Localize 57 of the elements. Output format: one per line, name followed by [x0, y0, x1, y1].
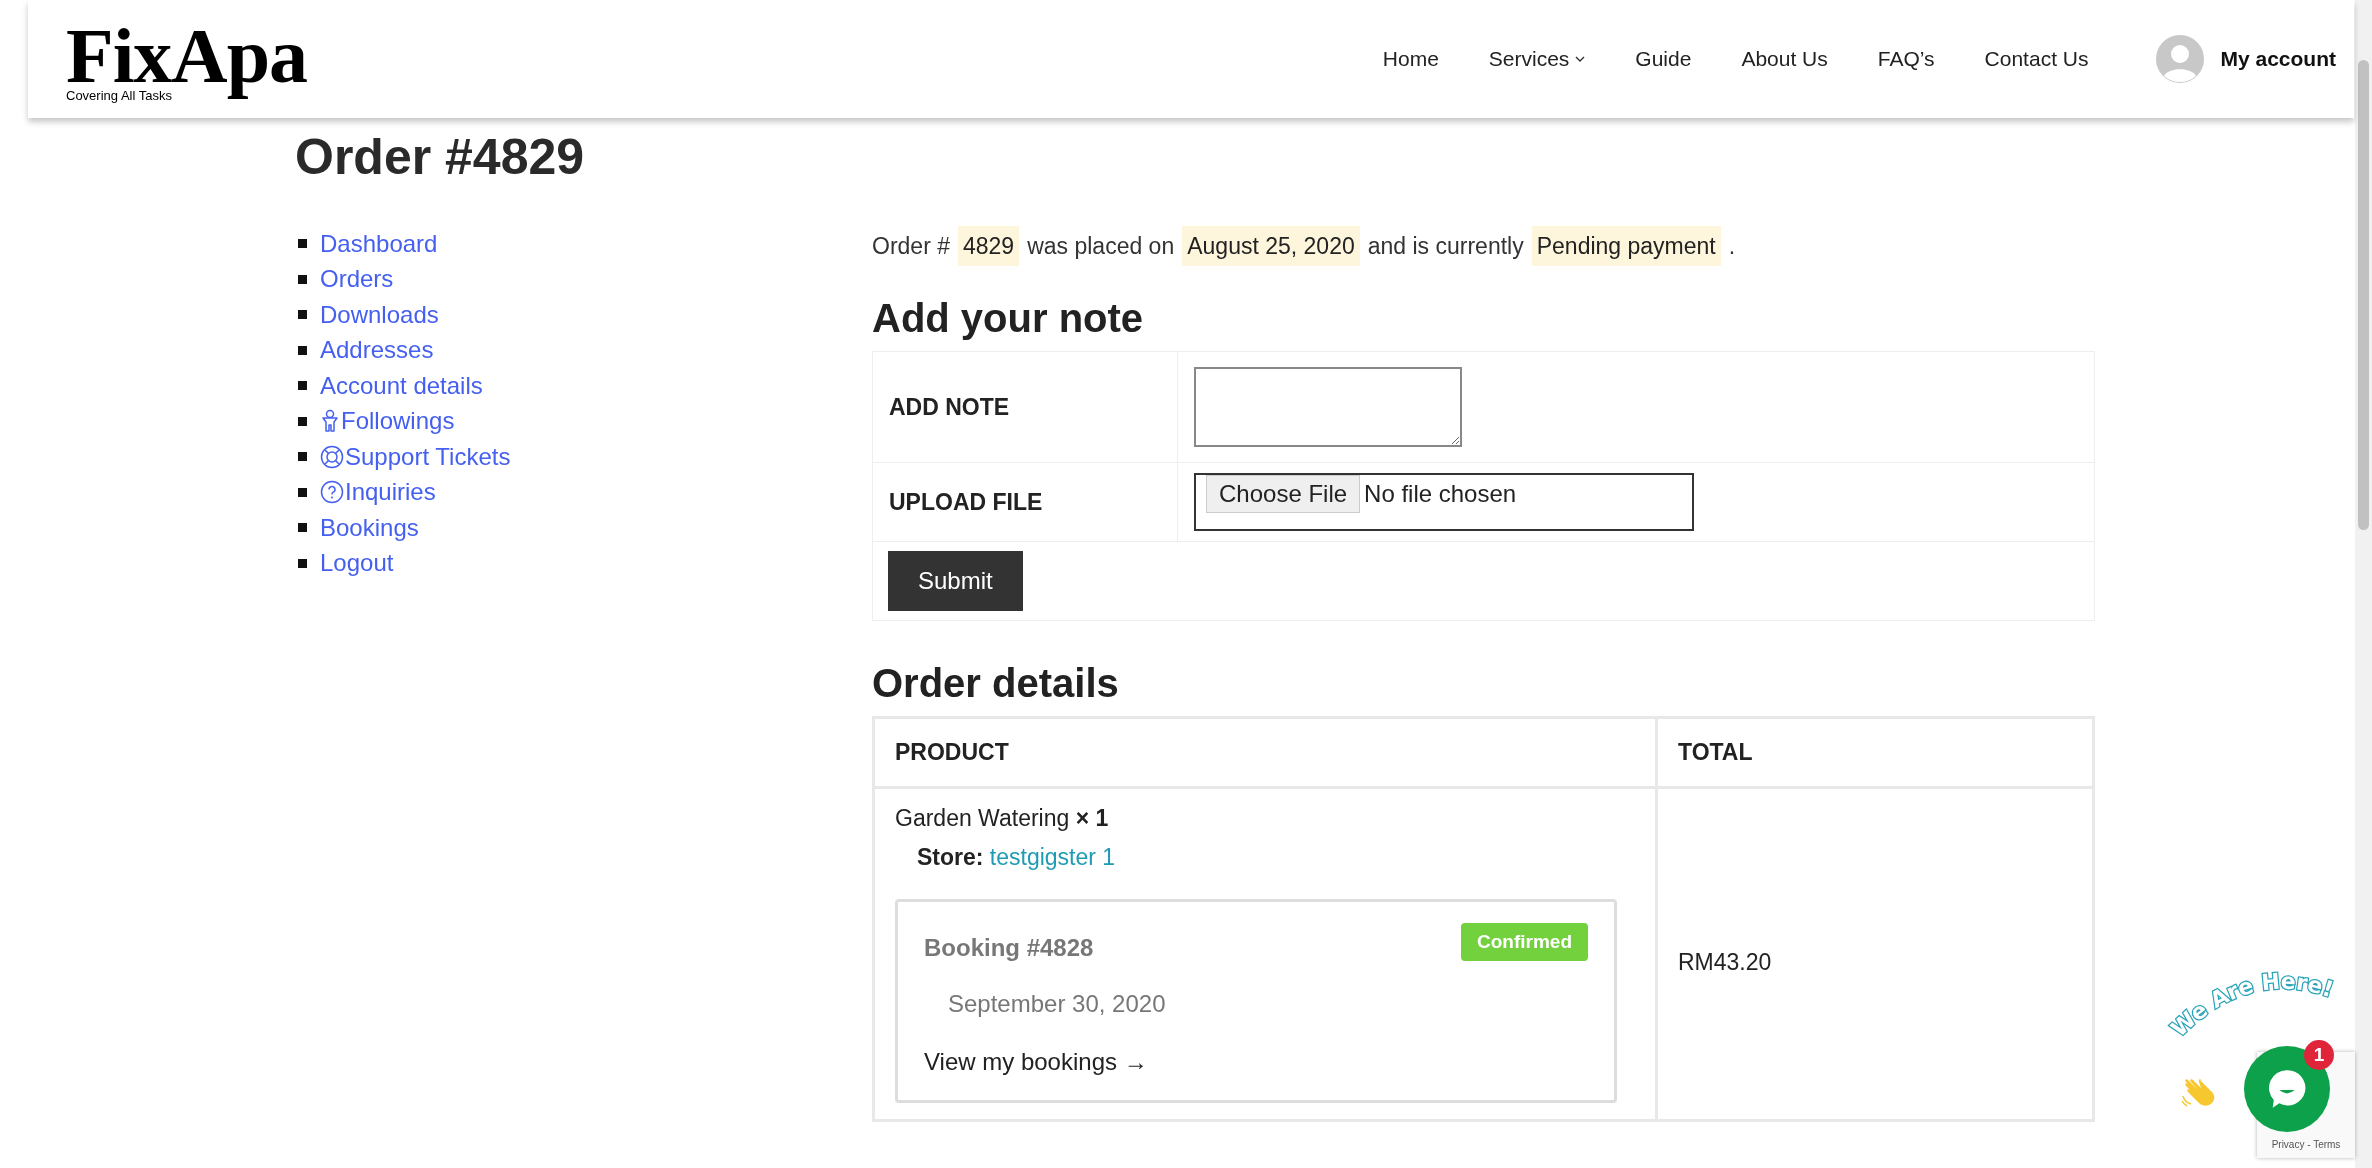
file-input[interactable]: Choose File No file chosen — [1194, 473, 1694, 531]
field-label: ADD NOTE — [872, 351, 1178, 463]
view-bookings-link[interactable]: View my bookings → — [924, 1048, 1588, 1076]
section-heading: Add your note — [872, 296, 1145, 341]
list-bullet — [298, 452, 307, 462]
sidebar-link[interactable]: Inquiries — [320, 478, 436, 507]
order-summary: Order # 4829 was placed on August 25, 2020 and is currently Pending payment . — [872, 226, 2095, 266]
product-name: Garden Watering — [895, 805, 1070, 831]
product-quantity: × 1 — [1075, 805, 1109, 831]
account-link[interactable]: My account — [2156, 35, 2336, 83]
sidebar-link[interactable]: Support Tickets — [320, 442, 511, 471]
sidebar-link[interactable]: Bookings — [320, 513, 419, 542]
unread-badge: 1 — [2304, 1040, 2334, 1070]
section-heading: Order details — [872, 661, 1120, 706]
booking-date: September 30, 2020 — [948, 990, 1167, 1018]
list-bullet — [298, 239, 307, 249]
scrollbar[interactable] — [2355, 0, 2372, 1168]
sidebar-link[interactable]: Logout — [320, 549, 394, 578]
column-header: PRODUCT — [873, 717, 1657, 788]
nav-link[interactable]: Contact Us — [1984, 47, 2089, 71]
store-label: Store: — [917, 844, 984, 870]
sidebar-link[interactable]: Followings — [320, 407, 455, 436]
sidebar-link[interactable]: Account details — [320, 371, 483, 400]
avatar-icon — [2156, 35, 2205, 83]
sidebar-link[interactable]: Downloads — [320, 300, 439, 329]
list-bullet — [298, 345, 307, 355]
list-bullet — [298, 558, 307, 568]
nav-link[interactable]: About Us — [1741, 47, 1828, 71]
lifebuoy-icon — [320, 444, 344, 469]
sidebar-link[interactable]: Addresses — [320, 336, 434, 365]
list-bullet — [298, 274, 307, 284]
note-field[interactable] — [1194, 367, 1462, 447]
list-bullet — [298, 487, 307, 497]
list-bullet — [298, 523, 307, 533]
total-cell: RM43.20 — [1656, 787, 2094, 1121]
caret-icon — [1575, 56, 1586, 62]
choose-file-button[interactable]: Choose File — [1206, 475, 1361, 513]
nav-link[interactable]: Services — [1488, 47, 1586, 71]
sidebar-link[interactable]: Dashboard — [320, 229, 438, 258]
nav-link[interactable]: Home — [1382, 47, 1439, 71]
nav-link[interactable]: FAQ’s — [1877, 47, 1935, 71]
submit-button[interactable]: Submit — [888, 551, 1023, 611]
recaptcha-links[interactable]: Privacy - Terms — [2271, 1139, 2341, 1150]
page-title: Order #4829 — [295, 128, 586, 186]
column-header: TOTAL — [1656, 717, 2094, 788]
chat-tagline: We Are Here! — [2158, 962, 2358, 1042]
list-bullet — [298, 310, 307, 320]
person-icon — [320, 409, 340, 434]
file-status: No file chosen — [1364, 479, 1517, 508]
status-badge: Confirmed — [1461, 923, 1588, 961]
field-label: UPLOAD FILE — [872, 462, 1178, 542]
list-bullet — [298, 381, 307, 391]
question-icon — [320, 480, 344, 505]
sidebar-link[interactable]: Orders — [320, 265, 394, 294]
nav-link[interactable]: Guide — [1635, 47, 1692, 71]
booking-title: Booking #4828 — [924, 934, 1094, 962]
list-bullet — [298, 416, 307, 426]
